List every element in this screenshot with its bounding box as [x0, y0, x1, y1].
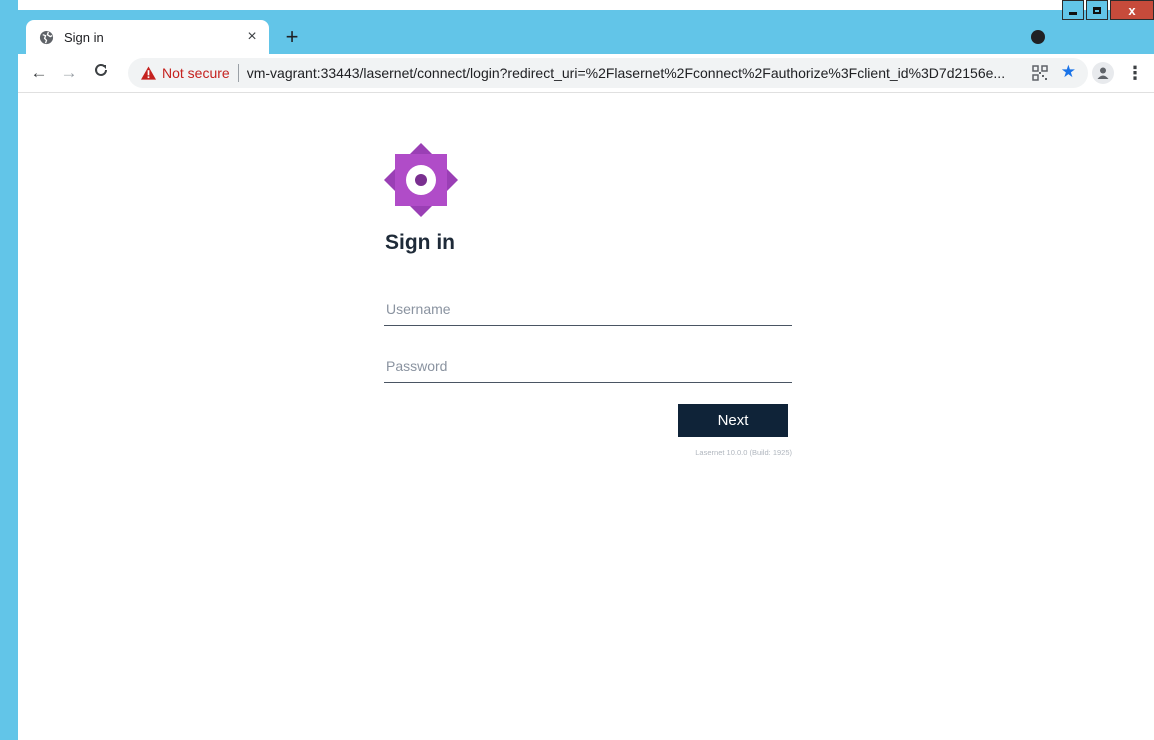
extension-icon[interactable] — [1031, 30, 1045, 44]
browser-menu-icon[interactable]: ⋮ — [1126, 62, 1144, 84]
reload-button[interactable] — [90, 62, 112, 84]
username-input[interactable] — [384, 292, 792, 326]
window-left-border — [0, 0, 18, 740]
password-input[interactable] — [384, 349, 792, 383]
security-status[interactable]: Not secure — [162, 65, 230, 81]
minimize-button[interactable] — [1062, 0, 1084, 20]
tab-title: Sign in — [64, 29, 104, 45]
profile-icon[interactable] — [1092, 62, 1114, 84]
login-page: Sign in Next Lasernet 10.0.0 (Build: 192… — [18, 93, 1154, 740]
reload-icon — [95, 63, 107, 76]
new-tab-button[interactable]: + — [280, 26, 304, 50]
browser-toolbar: ← → Not secure vm-vagrant:33443/lasernet… — [18, 54, 1154, 93]
back-button[interactable]: ← — [28, 62, 50, 84]
maximize-button[interactable] — [1086, 0, 1108, 20]
url-text[interactable]: vm-vagrant:33443/lasernet/connect/login?… — [247, 65, 1017, 81]
tab-strip: Sign in × + — [18, 10, 1154, 54]
app-logo — [384, 143, 458, 217]
bookmark-star-icon[interactable]: ★ — [1061, 62, 1076, 82]
next-button[interactable]: Next — [678, 404, 788, 437]
window-controls: x — [1060, 0, 1154, 26]
version-label: Lasernet 10.0.0 (Build: 1925) — [695, 448, 792, 457]
page-title: Sign in — [385, 231, 455, 254]
address-divider — [237, 64, 239, 82]
address-bar[interactable]: Not secure vm-vagrant:33443/lasernet/con… — [128, 58, 1088, 88]
minimize-icon — [1069, 11, 1077, 15]
forward-button[interactable]: → — [58, 62, 80, 84]
globe-icon — [38, 29, 54, 45]
window-top-border — [0, 0, 1154, 10]
tab-sign-in[interactable]: Sign in × — [26, 20, 269, 54]
close-window-button[interactable]: x — [1110, 0, 1154, 20]
warning-icon — [140, 65, 156, 81]
qr-code-icon[interactable] — [1032, 65, 1048, 81]
maximize-icon — [1093, 6, 1101, 14]
close-tab-icon[interactable]: × — [243, 28, 261, 46]
